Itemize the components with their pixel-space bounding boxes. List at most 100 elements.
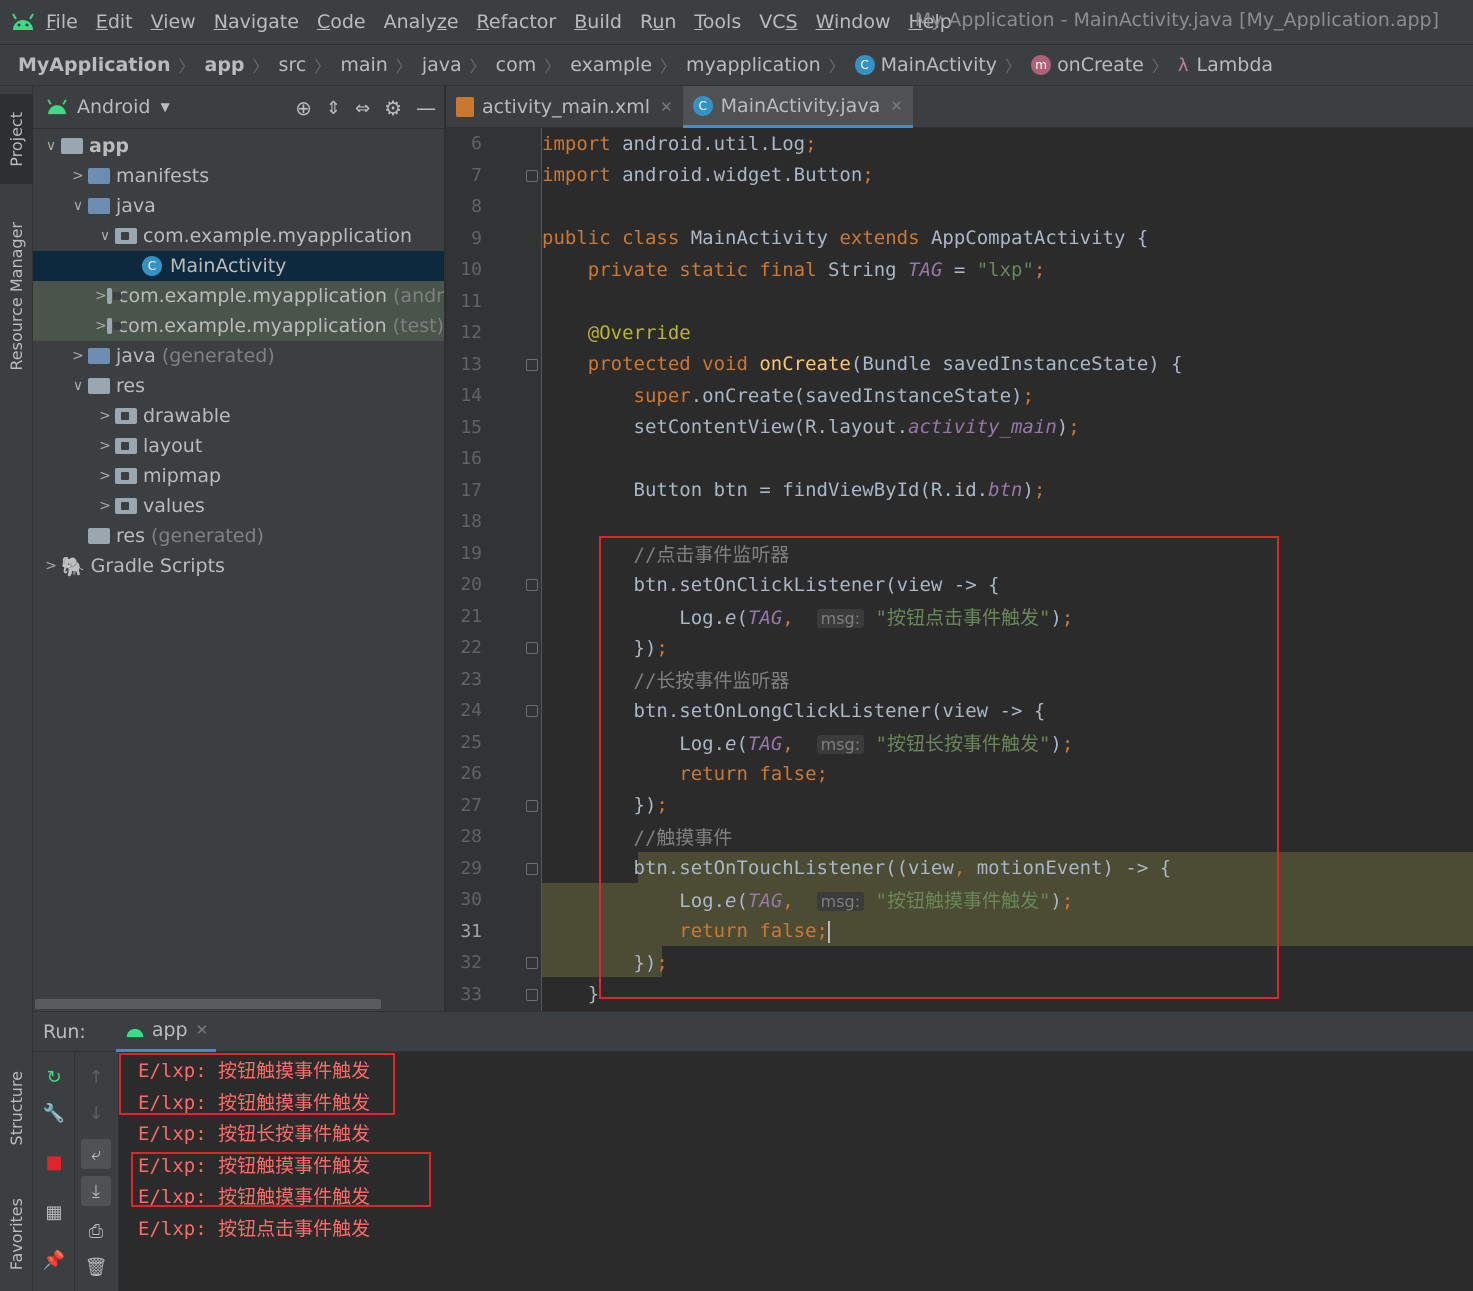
tree-item[interactable]: > values: [33, 491, 444, 521]
tree-item[interactable]: > java (generated): [33, 341, 444, 371]
horizontal-scrollbar[interactable]: [35, 999, 381, 1009]
fold-marker-icon[interactable]: [526, 169, 538, 182]
code-line[interactable]: 14 super.onCreate(savedInstanceState);: [446, 380, 1473, 412]
tree-item[interactable]: > 🐘 Gradle Scripts: [33, 551, 444, 581]
fold-marker-icon[interactable]: [526, 705, 538, 717]
tree-item[interactable]: ∨ app: [33, 131, 444, 161]
scroll-to-end-icon[interactable]: ⤓: [81, 1176, 111, 1206]
chevron-down-icon[interactable]: ∨: [68, 378, 88, 394]
chevron-down-icon[interactable]: ∨: [41, 138, 61, 154]
fold-marker-icon[interactable]: [526, 862, 538, 875]
menu-item[interactable]: Build: [574, 11, 622, 33]
code-line[interactable]: 10 private static final String TAG = "lx…: [446, 254, 1473, 286]
close-icon[interactable]: ✕: [196, 1021, 209, 1039]
project-view-select[interactable]: Android: [77, 96, 150, 118]
run-tab-app[interactable]: app ✕: [115, 1012, 217, 1052]
code-line[interactable]: 18: [446, 506, 1473, 538]
tab-resource-manager[interactable]: Resource Manager: [0, 206, 33, 386]
up-arrow-icon[interactable]: ↑: [81, 1062, 111, 1092]
menu-item[interactable]: Code: [317, 11, 366, 33]
fold-marker-icon[interactable]: [526, 799, 538, 812]
fold-marker-icon[interactable]: [526, 988, 538, 1001]
menu-item[interactable]: Tools: [694, 11, 741, 33]
tree-item[interactable]: > manifests: [33, 161, 444, 191]
fold-marker-icon[interactable]: [526, 579, 538, 591]
tab-activity-main-xml[interactable]: activity_main.xml ✕: [446, 86, 683, 128]
menu-item[interactable]: Run: [640, 11, 676, 33]
code-line[interactable]: 11: [446, 286, 1473, 318]
code-line[interactable]: 7 import android.widget.Button;: [446, 160, 1473, 192]
code-line[interactable]: 9 public class MainActivity extends AppCo…: [446, 223, 1473, 255]
menu-item[interactable]: Window: [816, 11, 891, 33]
menu-item[interactable]: File: [46, 11, 78, 33]
menu-item[interactable]: Navigate: [214, 11, 299, 33]
tree-item[interactable]: res (generated): [33, 521, 444, 551]
chevron-down-icon[interactable]: ∨: [68, 198, 88, 214]
chevron-right-icon[interactable]: >: [95, 288, 107, 304]
crumb-lambda[interactable]: Lambda: [1197, 54, 1274, 76]
code-line[interactable]: 17 Button btn = findViewById(R.id.btn);: [446, 475, 1473, 507]
tab-structure[interactable]: Structure: [0, 1056, 33, 1161]
code-line[interactable]: 15 setContentView(R.layout.activity_main…: [446, 412, 1473, 444]
layout-icon[interactable]: ▦: [39, 1197, 69, 1227]
menu-item[interactable]: Edit: [96, 11, 133, 33]
minimize-icon[interactable]: —: [416, 96, 436, 120]
code-editor[interactable]: 6 import android.util.Log; 7 import android…: [446, 128, 1473, 1011]
collapse-all-icon[interactable]: ⇔: [355, 98, 370, 119]
chevron-right-icon[interactable]: >: [95, 498, 115, 514]
pin-icon[interactable]: 📌: [39, 1245, 69, 1275]
tab-mainactivity-java[interactable]: C MainActivity.java ✕: [682, 86, 913, 128]
trash-icon[interactable]: 🗑: [81, 1252, 111, 1282]
tree-item[interactable]: ∨ res: [33, 371, 444, 401]
tree-item[interactable]: > com.example.myapplication (test): [33, 311, 444, 341]
code-line[interactable]: 13 protected void onCreate(Bundle savedI…: [446, 349, 1473, 381]
close-icon[interactable]: ✕: [660, 98, 673, 116]
chevron-right-icon[interactable]: >: [41, 558, 61, 574]
chevron-right-icon[interactable]: >: [95, 318, 107, 334]
crumb-oncreate[interactable]: onCreate: [1057, 54, 1144, 76]
crumb-src[interactable]: src: [279, 54, 307, 76]
tab-favorites[interactable]: Favorites: [0, 1184, 33, 1284]
chevron-right-icon[interactable]: >: [95, 408, 115, 424]
wrench-icon[interactable]: 🔧: [39, 1098, 69, 1128]
tree-item[interactable]: > com.example.myapplication (andr: [33, 281, 444, 311]
tree-item[interactable]: C MainActivity: [33, 251, 444, 281]
crumb-main[interactable]: main: [340, 54, 387, 76]
tree-item[interactable]: > drawable: [33, 401, 444, 431]
fold-marker-icon[interactable]: [526, 642, 538, 654]
close-icon[interactable]: ✕: [890, 97, 903, 115]
chevron-right-icon[interactable]: >: [95, 468, 115, 484]
crumb-mainactivity[interactable]: MainActivity: [881, 54, 997, 76]
rerun-icon[interactable]: ↻: [39, 1062, 69, 1092]
code-line[interactable]: 16: [446, 443, 1473, 475]
chevron-right-icon[interactable]: >: [95, 438, 115, 454]
tree-item[interactable]: > mipmap: [33, 461, 444, 491]
tree-item[interactable]: ∨ com.example.myapplication: [33, 221, 444, 251]
menu-item[interactable]: View: [151, 11, 196, 33]
tab-project[interactable]: Project: [0, 94, 33, 184]
code-line[interactable]: 12 @Override: [446, 317, 1473, 349]
chevron-right-icon[interactable]: >: [68, 168, 88, 184]
gear-icon[interactable]: ⚙: [384, 96, 402, 120]
crumb-module[interactable]: app: [205, 54, 245, 76]
expand-all-icon[interactable]: ⇕: [326, 98, 341, 119]
crumb-java[interactable]: java: [422, 54, 462, 76]
code-line[interactable]: 8: [446, 191, 1473, 223]
menu-item[interactable]: Analyze: [384, 11, 459, 33]
menu-item[interactable]: Refactor: [477, 11, 557, 33]
tree-item[interactable]: ∨ java: [33, 191, 444, 221]
chevron-right-icon[interactable]: >: [68, 348, 88, 364]
crumb-example[interactable]: example: [570, 54, 652, 76]
crumb-com[interactable]: com: [496, 54, 537, 76]
code-line[interactable]: 6 import android.util.Log;: [446, 128, 1473, 160]
crumb-myapplication[interactable]: myapplication: [686, 54, 821, 76]
menu-item[interactable]: VCS: [759, 11, 797, 33]
stop-icon[interactable]: ■: [39, 1147, 69, 1177]
fold-marker-icon[interactable]: [526, 957, 538, 969]
print-icon[interactable]: ⎙: [81, 1216, 111, 1246]
chevron-down-icon[interactable]: ▼: [160, 100, 169, 114]
tree-item[interactable]: > layout: [33, 431, 444, 461]
chevron-down-icon[interactable]: ∨: [95, 228, 115, 244]
soft-wrap-icon[interactable]: ⤶: [81, 1139, 111, 1169]
locate-icon[interactable]: ⊕: [295, 96, 312, 120]
